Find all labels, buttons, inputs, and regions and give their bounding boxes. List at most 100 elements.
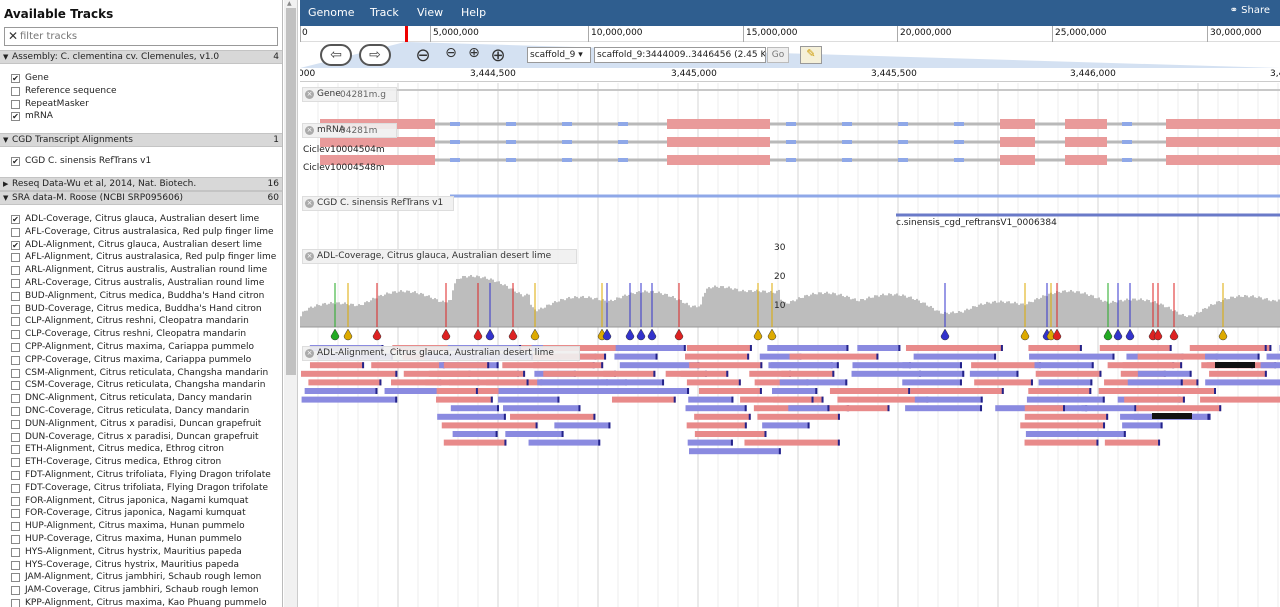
scroll-up-icon[interactable]: ▲	[287, 0, 292, 7]
track-item[interactable]: DUN-Coverage, Citrus x paradisi, Duncan …	[11, 431, 279, 444]
expand-triangle-icon[interactable]: ▶	[3, 178, 8, 190]
track-item[interactable]: ETH-Alignment, Citrus medica, Ethrog cit…	[11, 443, 279, 456]
track-checkbox[interactable]	[11, 266, 20, 276]
track-checkbox[interactable]	[11, 586, 20, 596]
track-item[interactable]: BUD-Coverage, Citrus medica, Buddha's Ha…	[11, 303, 279, 316]
zoom-out-more-icon[interactable]: ⊖	[413, 45, 433, 66]
track-item[interactable]: RepeatMasker	[11, 98, 279, 111]
track-checkbox[interactable]	[11, 99, 20, 109]
track-checkbox[interactable]	[11, 86, 20, 96]
menu-track[interactable]: Track	[370, 6, 399, 19]
track-area[interactable]: × Gene 04281m.g × mRNA 04281m Ciclev1000…	[300, 83, 1280, 607]
track-checkbox[interactable]	[11, 445, 20, 455]
overview-location-marker[interactable]	[405, 26, 408, 42]
track-item[interactable]: ✔ ADL-Coverage, Citrus glauca, Australian…	[11, 213, 279, 226]
track-item[interactable]: KPP-Alignment, Citrus maxima, Kao Phuang…	[11, 597, 279, 607]
track-checkbox[interactable]	[11, 483, 20, 493]
clear-filter-icon[interactable]: ✕	[8, 29, 18, 43]
track-checkbox[interactable]	[11, 509, 20, 519]
close-track-icon[interactable]: ×	[305, 349, 314, 358]
track-item[interactable]: JAM-Coverage, Citrus jambhiri, Schaub ro…	[11, 584, 279, 597]
category-cgd[interactable]: ▼ CGD Transcript Alignments 1	[0, 133, 282, 147]
track-item[interactable]: AFL-Coverage, Citrus australasica, Red p…	[11, 226, 279, 239]
track-checkbox[interactable]	[11, 407, 20, 416]
sidebar-scrollbar[interactable]: ▲	[284, 0, 298, 607]
track-checkbox[interactable]: ✔	[11, 240, 20, 250]
category-assembly[interactable]: ▼ Assembly: C. clementina cv. Clemenules…	[0, 50, 282, 64]
track-item[interactable]: ETH-Coverage, Citrus medica, Ethrog citr…	[11, 456, 279, 469]
category-sra[interactable]: ▼ SRA data-M. Roose (NCBI SRP095606) 60	[0, 191, 282, 205]
track-item[interactable]: ✔ CGD C. sinensis RefTrans v1	[11, 155, 279, 168]
reference-sequence-select[interactable]: scaffold_9 ▾	[527, 47, 591, 63]
track-item[interactable]: BUD-Alignment, Citrus medica, Buddha's H…	[11, 290, 279, 303]
track-item[interactable]: CLP-Coverage, Citrus reshni, Cleopatra m…	[11, 328, 279, 341]
track-item[interactable]: JAM-Alignment, Citrus jambhiri, Schaub r…	[11, 571, 279, 584]
filter-tracks-box[interactable]: ✕	[4, 27, 278, 46]
track-item[interactable]: HUP-Alignment, Citrus maxima, Hunan pumm…	[11, 520, 279, 533]
track-checkbox[interactable]: ✔	[11, 74, 20, 83]
track-item[interactable]: ✔ ADL-Alignment, Citrus glauca, Australia…	[11, 239, 279, 252]
zoom-out-icon[interactable]: ⊖	[441, 45, 461, 65]
track-checkbox[interactable]: ✔	[11, 215, 20, 224]
track-item[interactable]: CPP-Coverage, Citrus maxima, Cariappa pu…	[11, 354, 279, 367]
track-checkbox[interactable]	[11, 381, 20, 391]
track-item[interactable]: Reference sequence	[11, 85, 279, 98]
track-checkbox[interactable]	[11, 458, 20, 468]
track-checkbox[interactable]	[11, 573, 20, 583]
collapse-triangle-icon[interactable]: ▼	[3, 134, 8, 146]
track-item[interactable]: HUP-Coverage, Citrus maxima, Hunan pumme…	[11, 533, 279, 546]
track-item[interactable]: CSM-Alignment, Citrus reticulata, Changs…	[11, 367, 279, 380]
track-checkbox[interactable]	[11, 253, 20, 263]
track-checkbox[interactable]	[11, 343, 20, 352]
track-item[interactable]: CPP-Alignment, Citrus maxima, Cariappa p…	[11, 341, 279, 354]
track-item[interactable]: FOR-Alignment, Citrus japonica, Nagami k…	[11, 495, 279, 508]
menu-help[interactable]: Help	[461, 6, 486, 19]
close-track-icon[interactable]: ×	[305, 199, 314, 208]
track-checkbox[interactable]	[11, 317, 20, 327]
overview-ruler[interactable]: 0 5,000,000 10,000,000 15,000,000 20,000…	[300, 26, 1280, 42]
track-checkbox[interactable]: ✔	[11, 112, 20, 122]
track-item[interactable]: FOR-Coverage, Citrus japonica, Nagami ku…	[11, 507, 279, 520]
coordinate-ruler[interactable]: 000 3,444,500 3,445,000 3,445,500 3,446,…	[300, 68, 1280, 82]
track-checkbox[interactable]	[11, 304, 20, 314]
track-item[interactable]: ARL-Coverage, Citrus australis, Australi…	[11, 277, 279, 290]
close-track-icon[interactable]: ×	[305, 90, 314, 99]
coverage-track-label[interactable]: × ADL-Coverage, Citrus glauca, Australia…	[302, 249, 577, 264]
track-item[interactable]: ARL-Alignment, Citrus australis, Austral…	[11, 264, 279, 277]
scrollbar-thumb[interactable]	[286, 8, 296, 375]
track-checkbox[interactable]	[11, 547, 20, 557]
track-checkbox[interactable]	[11, 599, 20, 607]
collapse-triangle-icon[interactable]: ▼	[3, 51, 8, 63]
track-item[interactable]: HYS-Alignment, Citrus hystrix, Mauritius…	[11, 546, 279, 559]
track-item[interactable]: HYS-Coverage, Citrus hystrix, Mauritius …	[11, 559, 279, 572]
close-track-icon[interactable]: ×	[305, 126, 314, 135]
track-checkbox[interactable]	[11, 560, 20, 570]
category-reseq[interactable]: ▶ Reseq Data-Wu et al, 2014, Nat. Biotec…	[0, 177, 282, 191]
track-item[interactable]: DNC-Alignment, Citrus reticulata, Dancy …	[11, 392, 279, 405]
track-checkbox[interactable]	[11, 471, 20, 480]
menu-genome[interactable]: Genome	[308, 6, 354, 19]
track-checkbox[interactable]	[11, 394, 20, 404]
track-checkbox[interactable]	[11, 522, 20, 532]
track-checkbox[interactable]	[11, 432, 20, 442]
go-button[interactable]: Go	[767, 47, 789, 63]
track-checkbox[interactable]: ✔	[11, 157, 20, 166]
track-item[interactable]: DNC-Coverage, Citrus reticulata, Dancy m…	[11, 405, 279, 418]
collapse-triangle-icon[interactable]: ▼	[3, 192, 8, 204]
zoom-in-more-icon[interactable]: ⊕	[488, 45, 508, 66]
track-checkbox[interactable]	[11, 496, 20, 506]
alignment-track-label[interactable]: × ADL-Alignment, Citrus glauca, Australi…	[302, 346, 580, 361]
location-input[interactable]: scaffold_9:3444009..3446456 (2.45 Kb)	[594, 47, 766, 63]
track-item[interactable]: AFL-Alignment, Citrus australasica, Red …	[11, 251, 279, 264]
track-checkbox[interactable]	[11, 227, 20, 237]
track-item[interactable]: ✔ mRNA	[11, 110, 279, 123]
right-arrow-icon[interactable]: ⇨	[359, 44, 391, 66]
cgd-track-label[interactable]: × CGD C. sinensis RefTrans v1	[302, 196, 454, 211]
close-track-icon[interactable]: ×	[305, 252, 314, 261]
track-item[interactable]: DUN-Alignment, Citrus x paradisi, Duncan…	[11, 418, 279, 431]
track-item[interactable]: ✔ Gene	[11, 72, 279, 85]
track-checkbox[interactable]	[11, 291, 20, 301]
track-checkbox[interactable]	[11, 419, 20, 429]
highlighter-icon[interactable]: ✎	[800, 46, 822, 64]
track-checkbox[interactable]	[11, 279, 20, 288]
